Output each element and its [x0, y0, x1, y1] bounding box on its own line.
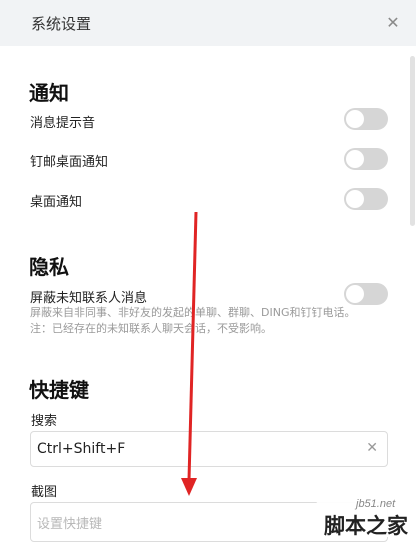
scrollbar-thumb[interactable] — [410, 56, 415, 226]
privacy-description-line2: 注：已经存在的未知联系人聊天会话，不受影响。 — [30, 322, 272, 335]
search-shortcut-value: Ctrl+Shift+F — [37, 441, 126, 457]
toggle-knob — [346, 110, 364, 128]
mail-desktop-toggle[interactable] — [344, 148, 388, 170]
screenshot-shortcut-placeholder: 设置快捷键 — [37, 517, 103, 532]
block-unknown-toggle[interactable] — [344, 283, 388, 305]
desktop-notify-toggle[interactable] — [344, 188, 388, 210]
clear-icon[interactable]: ✕ — [366, 440, 378, 456]
watermark-name: 脚本之家 — [324, 514, 408, 538]
shortcuts-heading: 快捷键 — [29, 378, 89, 402]
window-titlebar: 系统设置 ✕ — [0, 0, 416, 46]
search-shortcut-label: 搜索 — [31, 414, 58, 429]
desktop-notify-label: 桌面通知 — [30, 195, 83, 210]
screenshot-shortcut-label: 截图 — [31, 485, 58, 500]
red-arrow-head — [181, 478, 197, 496]
notifications-heading: 通知 — [29, 81, 69, 105]
sound-label: 消息提示音 — [30, 116, 96, 131]
search-shortcut-input[interactable]: Ctrl+Shift+F ✕ — [30, 431, 388, 467]
window-title: 系统设置 — [31, 15, 92, 33]
privacy-heading: 隐私 — [29, 255, 69, 279]
block-unknown-label: 屏蔽未知联系人消息 — [30, 291, 148, 306]
privacy-description-line1: 屏蔽来自非同事、非好友的发起的单聊、群聊、DING和钉钉电话。 — [30, 306, 356, 319]
watermark-host: jb51.net — [356, 498, 396, 510]
toggle-knob — [346, 190, 364, 208]
mail-desktop-label: 钉邮桌面通知 — [30, 155, 109, 170]
close-icon[interactable]: ✕ — [382, 12, 404, 34]
sound-toggle[interactable] — [344, 108, 388, 130]
toggle-knob — [346, 150, 364, 168]
toggle-knob — [346, 285, 364, 303]
